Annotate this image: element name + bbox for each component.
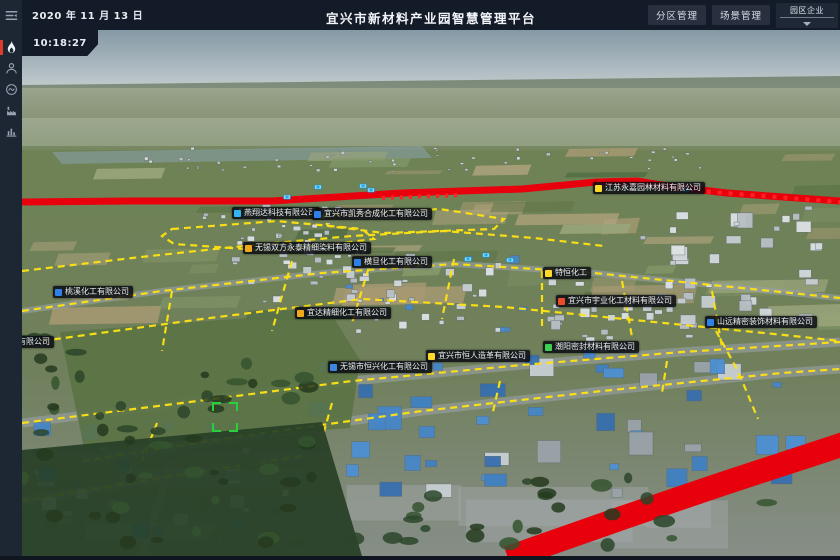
company-label-text: 宜兴市恒人造革有限公司	[438, 350, 526, 362]
company-marker-icon	[428, 353, 435, 360]
company-label-text: 燕翔达科技有限公司	[244, 207, 316, 219]
company-label[interactable]: 江苏永嘉园林材料有限公司	[593, 182, 705, 194]
company-label-text: 无锡双方永泰精细染料有限公司	[255, 242, 367, 254]
company-marker-icon	[354, 259, 361, 266]
company-marker-icon	[297, 310, 304, 317]
company-label[interactable]: 潮阳密封材料有限公司	[543, 341, 639, 353]
dropdown-label: 园区企业	[776, 5, 838, 16]
app-root: { "header": { "date": "2020 年 11 月 13 日"…	[0, 0, 840, 556]
company-label-text: 横旦化工有限公司	[364, 256, 428, 268]
gauge-icon[interactable]	[0, 79, 22, 100]
vehicle-marker	[507, 258, 514, 262]
company-marker-icon	[55, 289, 62, 296]
scene-management-button[interactable]: 场景管理	[712, 5, 770, 25]
company-label[interactable]: 燕翔达科技有限公司	[232, 207, 320, 219]
company-label[interactable]: 宜兴市恒人造革有限公司	[426, 350, 530, 362]
menu-icon[interactable]	[0, 5, 22, 26]
company-label[interactable]: 宜达精细化工有限公司	[295, 307, 391, 319]
map-3d-viewport[interactable]	[22, 30, 840, 556]
company-marker-icon	[245, 245, 252, 252]
park-enterprise-dropdown[interactable]: 园区企业	[776, 3, 838, 28]
vehicle-marker	[284, 195, 291, 199]
company-label-text: 江苏永嘉园林材料有限公司	[605, 182, 701, 194]
company-label-text: 潮阳密封材料有限公司	[555, 341, 635, 353]
company-label[interactable]: 山远精密装饰材料有限公司	[705, 316, 817, 328]
company-label-text: 特恒化工	[555, 267, 587, 279]
time-panel: 10:18:27	[22, 30, 98, 56]
sidebar	[0, 0, 22, 556]
vehicle-marker	[368, 188, 375, 192]
company-marker-icon	[330, 364, 337, 371]
vehicle-marker	[483, 253, 490, 257]
company-label[interactable]: 无锡市恒兴化工有限公司	[328, 361, 432, 373]
company-marker-icon	[545, 344, 552, 351]
company-marker-icon	[314, 211, 321, 218]
company-label-text: 宜达精细化工有限公司	[307, 307, 387, 319]
dropdown-underline	[780, 17, 834, 18]
company-marker-icon	[595, 185, 602, 192]
zone-management-button[interactable]: 分区管理	[648, 5, 706, 25]
map-3d-scene[interactable]	[22, 30, 840, 556]
company-label-text: 无锡市恒兴化工有限公司	[340, 361, 428, 373]
company-label[interactable]: 无锡双方永泰精细染料有限公司	[243, 242, 371, 254]
haze-band	[22, 118, 840, 146]
company-label-text: 宜兴市宇业化工材料有限公司	[568, 295, 672, 307]
company-marker-icon	[545, 270, 552, 277]
company-label-text: 山远精密装饰材料有限公司	[717, 316, 813, 328]
company-marker-icon	[707, 319, 714, 326]
bar-chart-icon[interactable]	[0, 121, 22, 142]
vehicle-marker	[315, 185, 322, 189]
company-label-text: 桃溪化工有限公司	[65, 286, 129, 298]
company-label[interactable]: 宜兴市宇业化工材料有限公司	[556, 295, 676, 307]
company-label[interactable]: 宜兴市凯秀合成化工有限公司	[312, 208, 432, 220]
user-icon[interactable]	[0, 58, 22, 79]
company-label[interactable]: 特恒化工	[543, 267, 591, 279]
flame-icon[interactable]	[0, 37, 22, 58]
company-label[interactable]: 横旦化工有限公司	[352, 256, 432, 268]
chevron-down-icon	[803, 22, 811, 26]
company-marker-icon	[234, 210, 241, 217]
factory-icon[interactable]	[0, 100, 22, 121]
current-time: 10:18:27	[33, 38, 87, 49]
company-label-text: 宜兴市凯秀合成化工有限公司	[324, 208, 428, 220]
company-marker-icon	[558, 298, 565, 305]
top-bar: 2020 年 11 月 13 日 宜兴市新材料产业园智慧管理平台 分区管理 场景…	[22, 0, 840, 30]
vehicle-marker	[360, 184, 367, 188]
vehicle-marker	[465, 257, 472, 261]
company-label[interactable]: 桃溪化工有限公司	[53, 286, 133, 298]
